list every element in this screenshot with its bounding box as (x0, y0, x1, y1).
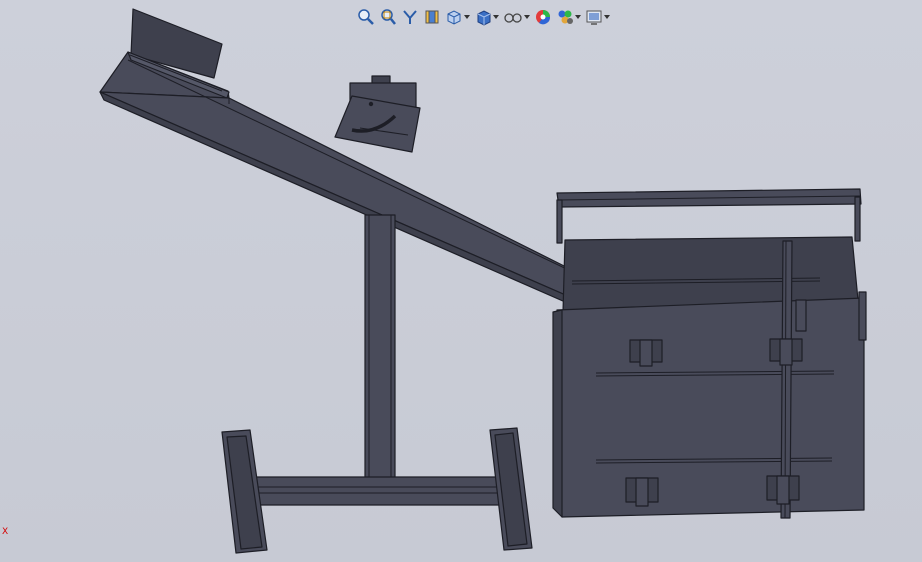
model-graphics[interactable] (0, 0, 922, 562)
graphics-viewport[interactable]: X (0, 0, 922, 562)
triad-x-axis-label: X (2, 527, 9, 537)
support-post[interactable] (364, 214, 396, 501)
feed-chute[interactable] (99, 8, 599, 313)
motor-plate[interactable] (334, 75, 421, 153)
collection-bin[interactable] (552, 188, 867, 519)
